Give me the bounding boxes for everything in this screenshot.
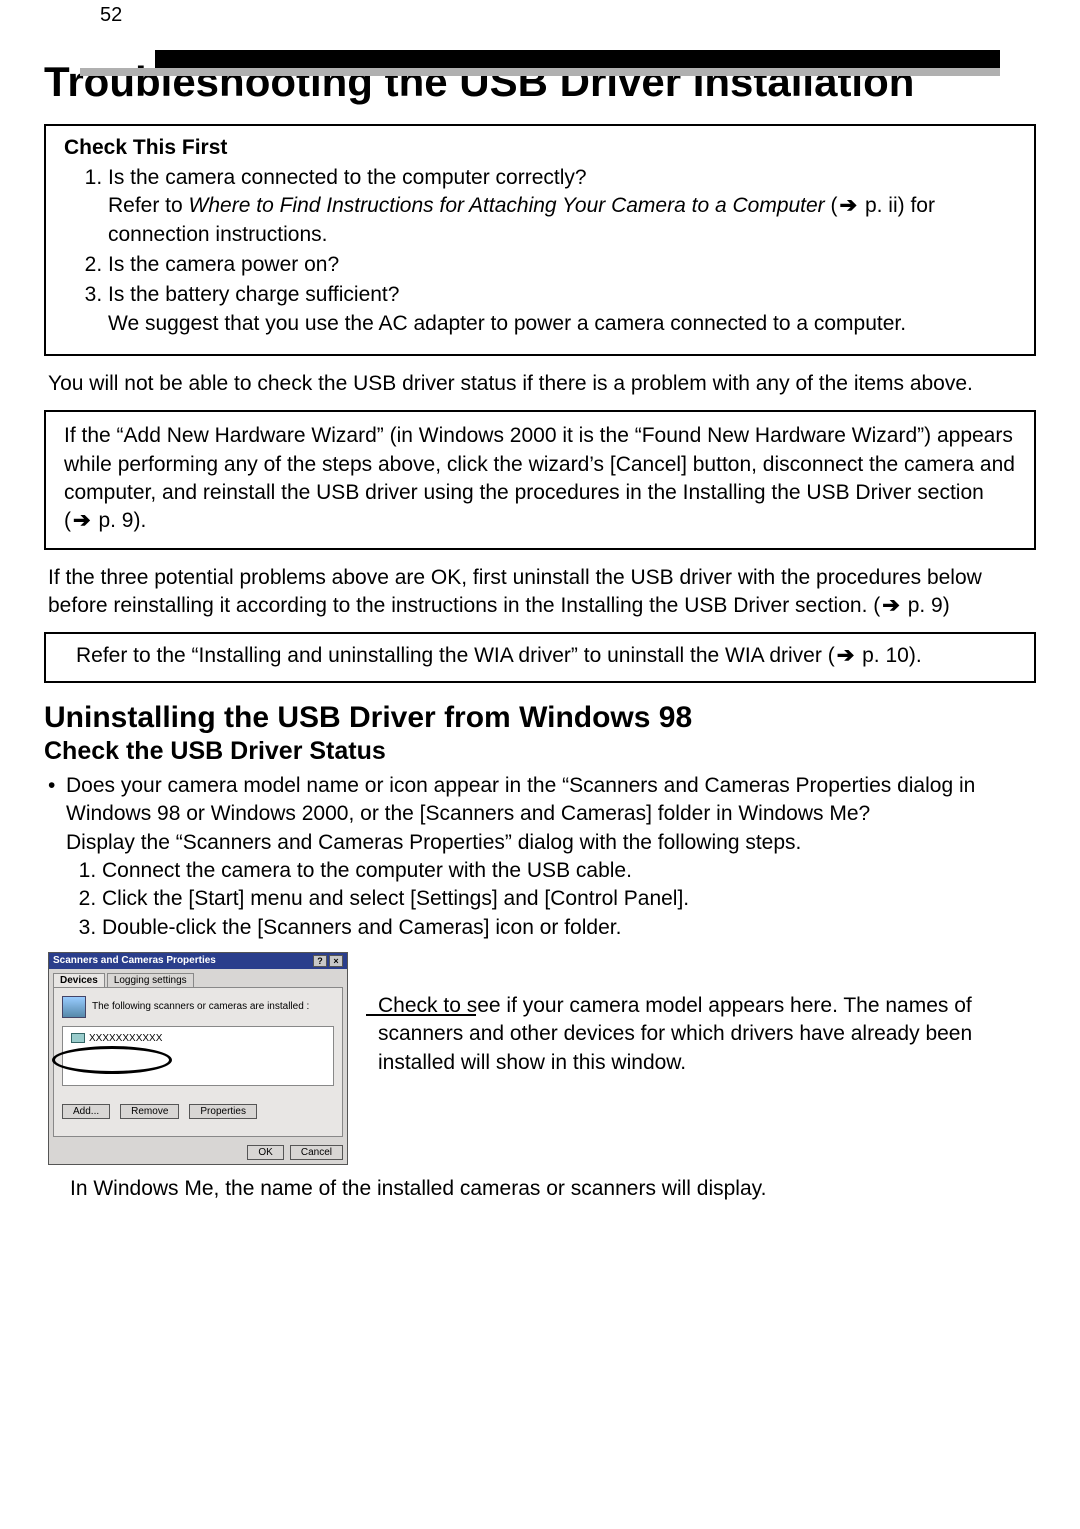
wizard-note-text: If the “Add New Hardware Wizard” (in Win… — [64, 424, 1015, 532]
header-black-strip — [155, 50, 1000, 68]
tab-logging-settings[interactable]: Logging settings — [107, 973, 194, 987]
step-2: Click the [Start] menu and select [Setti… — [102, 885, 1040, 913]
dialog-tabs: Devices Logging settings — [49, 969, 347, 987]
check-item-2-q: Is the camera power on? — [108, 253, 339, 276]
arrow-icon — [71, 509, 93, 532]
para-status-warning: You will not be able to check the USB dr… — [48, 370, 1032, 398]
dialog-help-button[interactable]: ? — [313, 955, 327, 967]
check-item-2: Is the camera power on? — [108, 251, 1016, 279]
step-3: Double-click the [Scanners and Cameras] … — [102, 914, 1040, 942]
ok-button[interactable]: OK — [247, 1145, 283, 1160]
check-item-1-q: Is the camera connected to the computer … — [108, 166, 587, 189]
bullet-sub-text: Display the “Scanners and Cameras Proper… — [66, 831, 801, 854]
remove-button[interactable]: Remove — [120, 1104, 179, 1119]
arrow-icon — [835, 644, 857, 667]
dialog-close-button[interactable]: × — [329, 955, 343, 967]
device-listbox[interactable]: XXXXXXXXXXX — [62, 1026, 334, 1086]
wia-note-text: Refer to the “Installing and uninstallin… — [76, 644, 922, 667]
arrow-icon — [880, 594, 902, 617]
bullet-question-text: Does your camera model name or icon appe… — [66, 774, 975, 825]
scanners-cameras-dialog: Scanners and Cameras Properties ? × Devi… — [48, 952, 348, 1165]
check-item-1: Is the camera connected to the computer … — [108, 164, 1016, 249]
check-first-heading: Check This First — [64, 136, 1016, 160]
check-item-1-refer-italic: Where to Find Instructions for Attaching… — [189, 194, 825, 217]
camera-scanner-icon — [62, 996, 86, 1018]
device-list-item-label: XXXXXXXXXXX — [89, 1033, 162, 1044]
check-item-3: Is the battery charge sufficient? We sug… — [108, 281, 1016, 338]
section-uninstall-heading: Uninstalling the USB Driver from Windows… — [44, 701, 1036, 735]
dialog-title-text: Scanners and Cameras Properties — [53, 955, 216, 966]
para-uninstall-first: If the three potential problems above ar… — [48, 564, 1032, 621]
dialog-body-text: The following scanners or cameras are in… — [92, 1001, 309, 1012]
check-first-list: Is the camera connected to the computer … — [64, 164, 1016, 338]
arrow-icon — [838, 194, 860, 217]
wia-note-box: Refer to the “Installing and uninstallin… — [44, 632, 1036, 682]
camera-item-icon — [71, 1033, 85, 1043]
step-1: Connect the camera to the computer with … — [102, 857, 1040, 885]
manual-page: 52 Troubleshooting the USB Driver Instal… — [0, 0, 1080, 1529]
bullet-question: Does your camera model name or icon appe… — [66, 772, 1032, 857]
check-this-first-box: Check This First Is the camera connected… — [44, 124, 1036, 356]
dialog-mid-buttons: Add... Remove Properties — [62, 1104, 334, 1119]
add-button[interactable]: Add... — [62, 1104, 110, 1119]
subsection-check-status-heading: Check the USB Driver Status — [44, 737, 1036, 766]
properties-button[interactable]: Properties — [189, 1104, 257, 1119]
dialog-titlebar: Scanners and Cameras Properties ? × — [49, 953, 347, 969]
display-steps-list: Connect the camera to the computer with … — [40, 857, 1040, 942]
check-item-3-q: Is the battery charge sufficient? — [108, 283, 399, 306]
tab-devices[interactable]: Devices — [53, 973, 105, 987]
dialog-body-header: The following scanners or cameras are in… — [62, 996, 334, 1018]
cancel-button[interactable]: Cancel — [290, 1145, 343, 1160]
dialog-body: The following scanners or cameras are in… — [53, 987, 343, 1137]
figure-row: Scanners and Cameras Properties ? × Devi… — [48, 952, 1032, 1165]
page-number: 52 — [100, 4, 122, 27]
check-item-3-note: We suggest that you use the AC adapter t… — [108, 312, 906, 335]
header-gray-strip — [80, 68, 1000, 76]
check-item-1-refer-pre: Refer to — [108, 194, 189, 217]
figure-caption: Check to see if your camera model appear… — [378, 952, 1032, 1077]
windows-me-note: In Windows Me, the name of the installed… — [70, 1175, 1032, 1203]
device-list-item[interactable]: XXXXXXXXXXX — [71, 1033, 325, 1044]
wizard-note-box: If the “Add New Hardware Wizard” (in Win… — [44, 410, 1036, 549]
dialog-footer-buttons: OK Cancel — [49, 1141, 347, 1164]
callout-leader-line — [366, 1014, 476, 1016]
page-header: 52 — [40, 0, 1040, 36]
